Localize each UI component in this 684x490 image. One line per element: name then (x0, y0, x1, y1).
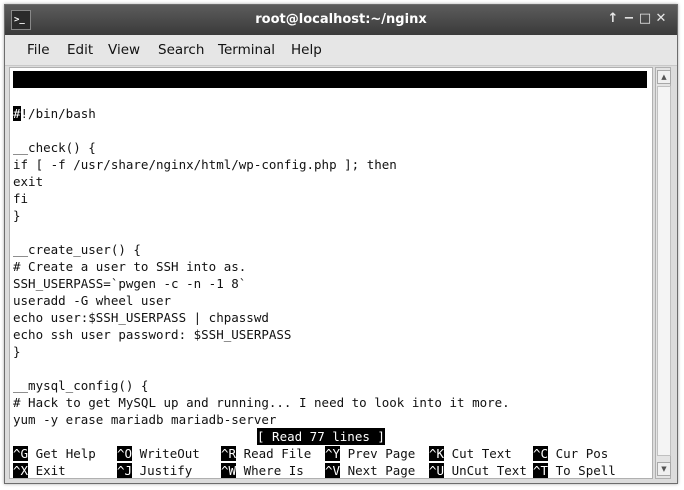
menu-view[interactable]: View (108, 42, 140, 58)
window-title: root@localhost:~/nginx (255, 12, 427, 27)
editor-line[interactable]: } (13, 343, 21, 360)
terminal-window: >_ root@localhost:~/nginx ↑ − □ ✕ File Edit… (4, 4, 678, 484)
editor-line[interactable]: # Hack to get MySQL up and running... I … (13, 394, 510, 411)
editor-line[interactable]: __mysql_config() { (13, 377, 148, 394)
minimize-icon[interactable]: − (621, 11, 637, 26)
menu-terminal[interactable]: Terminal (218, 42, 275, 58)
close-icon[interactable]: ✕ (653, 11, 669, 26)
shortcut-next-page[interactable]: ^V Next Page (325, 462, 415, 478)
text-cursor: # (13, 106, 21, 121)
terminal-area[interactable]: GNU nano 2.3.1 File: start.sh #!/bin/bas… (9, 67, 653, 479)
menu-edit[interactable]: Edit (67, 42, 93, 58)
editor-line[interactable]: useradd -G wheel user (13, 292, 171, 309)
editor-line[interactable]: __create_user() { (13, 241, 141, 258)
menu-search[interactable]: Search (158, 42, 204, 58)
editor-line[interactable]: echo user:$SSH_USERPASS | chpasswd (13, 309, 269, 326)
shortcut-cur-pos[interactable]: ^C Cur Pos (533, 445, 608, 462)
shortcut-get-help[interactable]: ^G Get Help (13, 445, 96, 462)
editor-line[interactable]: fi (13, 190, 28, 207)
nano-version: GNU nano 2.3.1 (25, 89, 131, 104)
shade-up-icon[interactable]: ↑ (605, 11, 621, 26)
menu-help[interactable]: Help (291, 42, 322, 58)
window-controls: ↑ − □ ✕ (605, 11, 669, 26)
shortcut-where-is[interactable]: ^W Where Is (221, 462, 304, 478)
editor-line[interactable]: SSH_USERPASS=`pwgen -c -n -1 8` (13, 275, 246, 292)
menu-bar: File Edit View Search Terminal Help (5, 35, 677, 66)
scroll-down-icon[interactable]: ▼ (657, 462, 671, 476)
vertical-scrollbar[interactable]: ▲ ▼ (655, 67, 671, 479)
scrollbar-thumb[interactable] (657, 86, 671, 456)
shortcut-justify[interactable]: ^J Justify (117, 462, 192, 478)
title-bar[interactable]: >_ root@localhost:~/nginx ↑ − □ ✕ (5, 5, 677, 35)
editor-line[interactable]: yum -y erase mariadb mariadb-server (13, 411, 276, 428)
shortcut-writeout[interactable]: ^O WriteOut (117, 445, 200, 462)
shortcut-read-file[interactable]: ^R Read File (221, 445, 311, 462)
menu-file[interactable]: File (27, 42, 50, 58)
nano-status: [ Read 77 lines ] (257, 428, 385, 445)
shortcut-prev-page[interactable]: ^Y Prev Page (325, 445, 415, 462)
editor-line[interactable]: exit (13, 173, 43, 190)
shortcut-uncut-text[interactable]: ^U UnCut Text (429, 462, 527, 478)
editor-line[interactable]: #!/bin/bash (13, 105, 96, 122)
shortcut-to-spell[interactable]: ^T To Spell (533, 462, 616, 478)
nano-filename: File: start.sh (251, 106, 357, 121)
editor-line[interactable]: } (13, 207, 21, 224)
scroll-up-icon[interactable]: ▲ (657, 70, 671, 84)
shortcut-exit[interactable]: ^X Exit (13, 462, 66, 478)
maximize-icon[interactable]: □ (637, 11, 653, 26)
editor-line[interactable]: if [ -f /usr/share/nginx/html/wp-config.… (13, 156, 397, 173)
editor-line[interactable]: __check() { (13, 139, 96, 156)
nano-header: GNU nano 2.3.1 File: start.sh (13, 71, 647, 121)
shortcut-cut-text[interactable]: ^K Cut Text (429, 445, 512, 462)
editor-line[interactable]: echo ssh user password: $SSH_USERPASS (13, 326, 291, 343)
editor-line[interactable]: # Create a user to SSH into as. (13, 258, 246, 275)
